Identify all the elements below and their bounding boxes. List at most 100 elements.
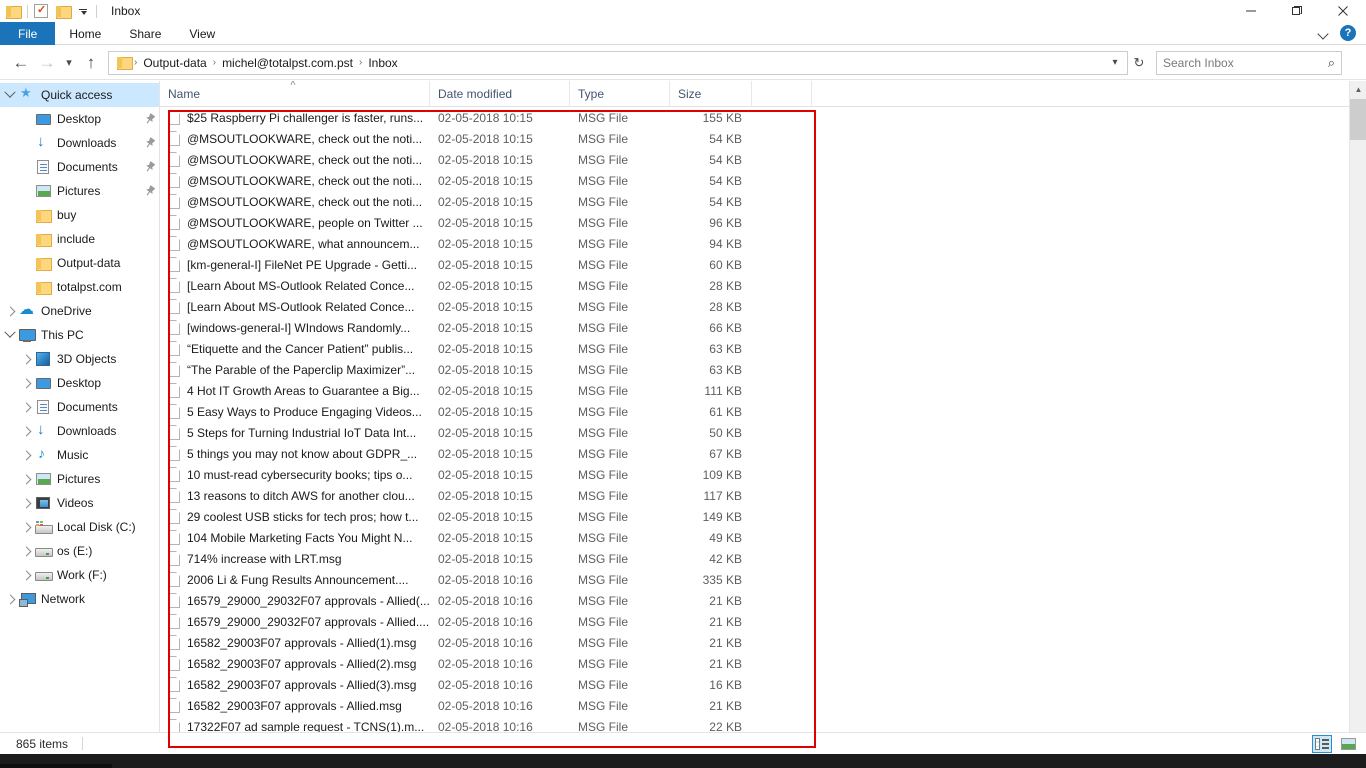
sidebar-item-downloads[interactable]: Downloads [0, 131, 159, 155]
breadcrumb[interactable]: › Output-data › michel@totalpst.com.pst … [108, 50, 1128, 75]
table-row[interactable]: 29 coolest USB sticks for tech pros; how… [160, 506, 1366, 527]
expander-open-icon[interactable] [2, 331, 18, 339]
pin-icon[interactable] [141, 137, 159, 149]
table-row[interactable]: @MSOUTLOOKWARE, check out the noti... 02-… [160, 191, 1366, 212]
sidebar-item-music[interactable]: Music [0, 443, 159, 467]
breadcrumb-item-output-data[interactable]: Output-data [139, 56, 210, 70]
sidebar-item-include[interactable]: include [0, 227, 159, 251]
table-row[interactable]: 5 Steps for Turning Industrial IoT Data … [160, 422, 1366, 443]
sidebar-item-documents[interactable]: Documents [0, 395, 159, 419]
sidebar-item-pictures[interactable]: Pictures [0, 179, 159, 203]
table-row[interactable]: 5 things you may not know about GDPR_...… [160, 443, 1366, 464]
search-input[interactable]: ⌕ [1156, 50, 1342, 75]
sidebar-item-work-f[interactable]: Work (F:) [0, 563, 159, 587]
large-icons-view-button[interactable] [1338, 735, 1358, 753]
column-header-type[interactable]: Type [570, 81, 670, 107]
back-arrow-icon[interactable]: ← [8, 50, 34, 76]
table-row[interactable]: 16582_29003F07 approvals - Allied(3).msg… [160, 674, 1366, 695]
expander-closed-icon[interactable] [18, 452, 34, 459]
search-field[interactable] [1163, 55, 1313, 70]
sidebar-item-totalpst-com[interactable]: totalpst.com [0, 275, 159, 299]
sidebar-item-buy[interactable]: buy [0, 203, 159, 227]
sidebar-item-os-e[interactable]: os (E:) [0, 539, 159, 563]
scrollbar-thumb[interactable] [1350, 99, 1366, 140]
forward-arrow-icon[interactable]: → [34, 50, 60, 76]
new-folder-icon[interactable] [56, 5, 72, 19]
breadcrumb-item-inbox[interactable]: Inbox [364, 56, 401, 70]
expander-closed-icon[interactable] [18, 548, 34, 555]
column-header-name[interactable]: Name ˄ [160, 81, 430, 107]
table-row[interactable]: 16582_29003F07 approvals - Allied.msg 02-… [160, 695, 1366, 716]
table-row[interactable]: “Etiquette and the Cancer Patient” publi… [160, 338, 1366, 359]
chevron-down-icon[interactable]: ▾ [1107, 57, 1123, 68]
properties-icon[interactable] [34, 3, 48, 18]
sidebar-item-quick-access[interactable]: Quick access [0, 83, 159, 107]
table-row[interactable]: $25 Raspberry Pi challenger is faster, r… [160, 107, 1366, 128]
table-row[interactable]: @MSOUTLOOKWARE, check out the noti... 02-… [160, 128, 1366, 149]
refresh-icon[interactable]: ↻ [1128, 51, 1150, 75]
customize-dropdown-icon[interactable] [77, 5, 90, 18]
pin-icon[interactable] [141, 113, 159, 125]
table-row[interactable]: “The Parable of the Paperclip Maximizer”… [160, 359, 1366, 380]
sidebar-item-local-disk-c[interactable]: Local Disk (C:) [0, 515, 159, 539]
minimize-icon[interactable] [1228, 0, 1274, 22]
table-row[interactable]: 16579_29000_29032F07 approvals - Allied.… [160, 611, 1366, 632]
table-row[interactable]: 10 must-read cybersecurity books; tips o… [160, 464, 1366, 485]
chevron-down-icon[interactable] [1318, 27, 1330, 39]
sidebar-item-documents[interactable]: Documents [0, 155, 159, 179]
table-row[interactable]: @MSOUTLOOKWARE, check out the noti... 02-… [160, 149, 1366, 170]
sidebar-item-this-pc[interactable]: This PC [0, 323, 159, 347]
column-header-blank[interactable] [752, 81, 812, 107]
table-row[interactable]: 4 Hot IT Growth Areas to Guarantee a Big… [160, 380, 1366, 401]
table-row[interactable]: [Learn About MS-Outlook Related Conce...… [160, 275, 1366, 296]
help-icon[interactable]: ? [1340, 25, 1356, 41]
navigation-pane[interactable]: Quick access Desktop Downloads Documents Pic… [0, 81, 160, 744]
table-row[interactable]: 2006 Li & Fung Results Announcement.... 0… [160, 569, 1366, 590]
tab-home[interactable]: Home [55, 22, 115, 45]
expander-closed-icon[interactable] [2, 308, 18, 315]
table-row[interactable]: @MSOUTLOOKWARE, what announcem... 02-05-2… [160, 233, 1366, 254]
sidebar-item-videos[interactable]: Videos [0, 491, 159, 515]
up-arrow-icon[interactable]: ↑ [78, 50, 104, 76]
table-row[interactable]: @MSOUTLOOKWARE, check out the noti... 02-… [160, 170, 1366, 191]
expander-closed-icon[interactable] [18, 356, 34, 363]
vertical-scrollbar[interactable]: ▲ ▼ [1349, 81, 1366, 744]
tab-file[interactable]: File [0, 22, 56, 45]
column-header-size[interactable]: Size [670, 81, 752, 107]
pin-icon[interactable] [141, 185, 159, 197]
tab-share[interactable]: Share [115, 22, 175, 45]
expander-closed-icon[interactable] [2, 596, 18, 603]
sidebar-item-3d-objects[interactable]: 3D Objects [0, 347, 159, 371]
scroll-up-icon[interactable]: ▲ [1350, 81, 1366, 98]
sidebar-item-downloads[interactable]: Downloads [0, 419, 159, 443]
sidebar-item-desktop[interactable]: Desktop [0, 107, 159, 131]
sidebar-item-desktop[interactable]: Desktop [0, 371, 159, 395]
expander-closed-icon[interactable] [18, 428, 34, 435]
expander-closed-icon[interactable] [18, 572, 34, 579]
details-view-button[interactable] [1312, 735, 1332, 753]
expander-closed-icon[interactable] [18, 476, 34, 483]
tab-view[interactable]: View [175, 22, 229, 45]
search-icon[interactable]: ⌕ [1328, 55, 1335, 71]
table-row[interactable]: 5 Easy Ways to Produce Engaging Videos..… [160, 401, 1366, 422]
breadcrumb-item-pst[interactable]: michel@totalpst.com.pst [218, 56, 357, 70]
table-row[interactable]: 104 Mobile Marketing Facts You Might N..… [160, 527, 1366, 548]
maximize-icon[interactable] [1274, 0, 1320, 22]
recent-locations-chevron-icon[interactable]: ▾ [60, 50, 78, 76]
close-icon[interactable] [1320, 0, 1366, 22]
table-row[interactable]: 16582_29003F07 approvals - Allied(2).msg… [160, 653, 1366, 674]
sidebar-item-output-data[interactable]: Output-data [0, 251, 159, 275]
table-row[interactable]: [windows-general-I] WIndows Randomly... 0… [160, 317, 1366, 338]
table-row[interactable]: 16579_29000_29032F07 approvals - Allied(… [160, 590, 1366, 611]
table-row[interactable]: 13 reasons to ditch AWS for another clou… [160, 485, 1366, 506]
column-header-date-modified[interactable]: Date modified [430, 81, 570, 107]
expander-closed-icon[interactable] [18, 380, 34, 387]
sidebar-item-network[interactable]: Network [0, 587, 159, 611]
table-row[interactable]: @MSOUTLOOKWARE, people on Twitter ... 02-… [160, 212, 1366, 233]
file-list-pane[interactable]: Name ˄ Date modified Type Size $25 Raspb… [160, 81, 1366, 744]
folder-icon[interactable] [6, 5, 22, 19]
sidebar-item-onedrive[interactable]: OneDrive [0, 299, 159, 323]
expander-closed-icon[interactable] [18, 524, 34, 531]
table-row[interactable]: 714% increase with LRT.msg 02-05-2018 10:… [160, 548, 1366, 569]
pin-icon[interactable] [141, 161, 159, 173]
